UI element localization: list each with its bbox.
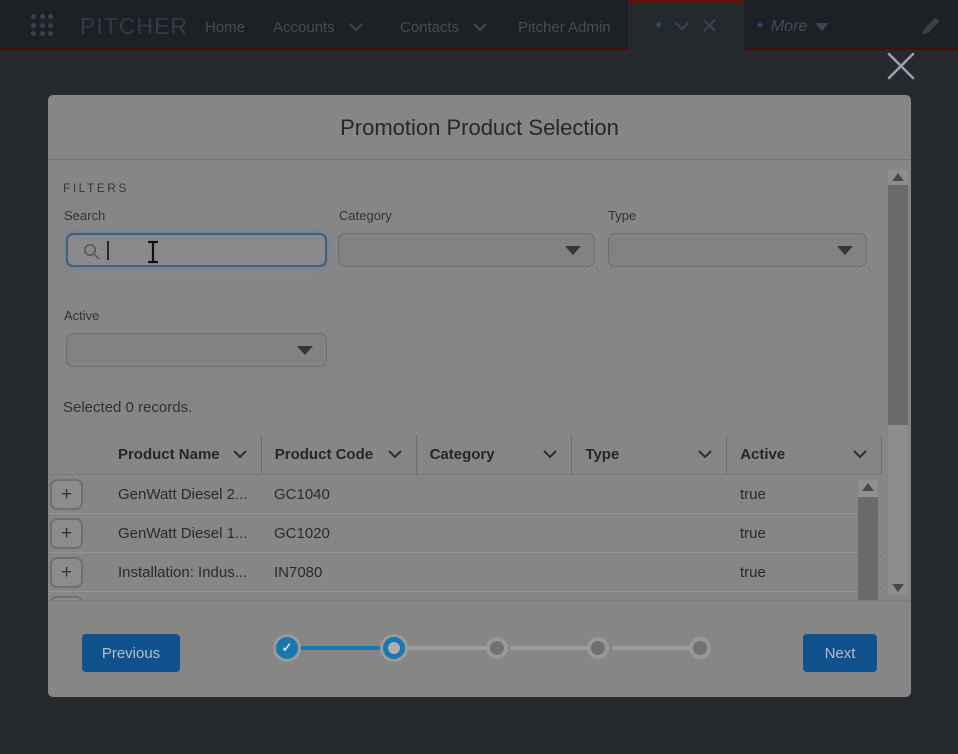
previous-button[interactable]: Previous <box>82 634 180 672</box>
scroll-up-icon[interactable] <box>892 173 904 181</box>
column-header-product-name[interactable]: Product Name <box>105 435 261 474</box>
chevron-down-icon[interactable] <box>675 18 689 36</box>
sort-chevron-icon[interactable] <box>698 446 712 463</box>
cell-product-code: IN7080 <box>261 564 416 581</box>
chevron-down-icon[interactable] <box>473 19 487 36</box>
unsaved-indicator: * <box>656 19 662 36</box>
nav-tab-accounts[interactable]: Accounts <box>273 19 363 36</box>
nav-tab-contacts[interactable]: Contacts <box>400 19 487 36</box>
stepper-connector <box>510 646 589 650</box>
modal-title: Promotion Product Selection <box>48 95 911 160</box>
table-row-clipped: + <box>48 592 882 600</box>
nav-more-menu[interactable]: * More <box>757 18 829 36</box>
type-select[interactable] <box>608 233 867 267</box>
app-screen: PITCHER Home Accounts Contacts Pitcher A… <box>0 0 958 754</box>
sort-chevron-icon[interactable] <box>853 446 867 463</box>
cell-product-code: GC1040 <box>261 486 416 503</box>
modal-header: Promotion Product Selection <box>48 95 911 160</box>
ibeam-cursor-icon <box>144 240 162 269</box>
type-label: Type <box>608 208 636 223</box>
sort-chevron-icon[interactable] <box>388 446 402 463</box>
add-product-button[interactable]: + <box>50 518 83 549</box>
chevron-down-icon[interactable] <box>349 19 363 36</box>
cell-product-name: GenWatt Diesel 1... <box>105 525 261 542</box>
next-button[interactable]: Next <box>803 634 877 672</box>
table-row: + GenWatt Diesel 1... GC1020 true <box>48 514 882 553</box>
column-header-active[interactable]: Active <box>726 435 881 474</box>
cell-product-code: GC1020 <box>261 525 416 542</box>
selected-records-count: Selected 0 records. <box>63 399 192 416</box>
search-field[interactable] <box>66 233 327 267</box>
step-2-current[interactable] <box>383 637 405 659</box>
table-scrollbar[interactable] <box>858 480 878 600</box>
column-header-type[interactable]: Type <box>571 435 726 474</box>
dropdown-arrow-icon <box>565 246 581 255</box>
step-5[interactable] <box>693 641 707 655</box>
progress-stepper: ✓ <box>276 636 726 660</box>
table-row: + Installation: Indus... IN7080 true <box>48 553 882 592</box>
close-modal-icon[interactable] <box>886 51 916 81</box>
table-header-row: Product Name Product Code Category Type <box>48 435 882 475</box>
step-4[interactable] <box>591 641 605 655</box>
filters-heading: FILTERS <box>63 181 129 195</box>
search-icon <box>83 243 101 266</box>
scroll-up-icon[interactable] <box>862 483 874 491</box>
active-workspace-tab[interactable]: * <box>628 0 744 50</box>
unsaved-indicator: * <box>757 19 763 36</box>
active-select[interactable] <box>66 333 327 367</box>
search-input[interactable] <box>108 237 308 263</box>
scrollbar-thumb[interactable] <box>888 185 908 425</box>
sort-chevron-icon[interactable] <box>543 446 557 463</box>
pencil-edit-icon[interactable] <box>920 15 942 42</box>
global-nav-bar: PITCHER Home Accounts Contacts Pitcher A… <box>0 0 958 50</box>
stepper-connector <box>612 646 691 650</box>
nav-tab-home[interactable]: Home <box>205 19 245 36</box>
nav-tab-pitcher-admin[interactable]: Pitcher Admin <box>518 19 611 36</box>
step-3[interactable] <box>490 641 504 655</box>
column-header-product-code[interactable]: Product Code <box>261 435 416 474</box>
stepper-connector <box>407 646 488 650</box>
category-select[interactable] <box>338 233 595 267</box>
modal-scrollbar[interactable] <box>888 170 908 595</box>
stepper-connector-complete <box>300 646 383 650</box>
column-header-category[interactable]: Category <box>416 435 572 474</box>
dropdown-arrow-icon <box>837 246 853 255</box>
step-1-completed[interactable]: ✓ <box>276 637 298 659</box>
scroll-down-icon[interactable] <box>892 584 904 592</box>
search-label: Search <box>64 208 105 223</box>
cell-product-name: GenWatt Diesel 2... <box>105 486 261 503</box>
close-tab-icon[interactable] <box>703 17 716 37</box>
active-label: Active <box>64 308 99 323</box>
category-label: Category <box>339 208 392 223</box>
scrollbar-thumb[interactable] <box>858 497 878 600</box>
add-column-header <box>48 435 105 474</box>
brand-logo: PITCHER <box>80 13 188 40</box>
add-product-button[interactable]: + <box>50 557 83 588</box>
table-row: + GenWatt Diesel 2... GC1040 true <box>48 475 882 514</box>
cell-product-name: Installation: Indus... <box>105 564 261 581</box>
dropdown-arrow-icon <box>815 23 829 31</box>
promotion-product-selection-modal: Promotion Product Selection FILTERS Sear… <box>48 95 911 697</box>
app-launcher-waffle-icon[interactable] <box>31 14 54 37</box>
dropdown-arrow-icon <box>297 346 313 355</box>
add-product-button[interactable]: + <box>50 479 83 510</box>
sort-chevron-icon[interactable] <box>233 446 247 463</box>
table-body: + GenWatt Diesel 2... GC1040 true + GenW… <box>48 475 882 600</box>
